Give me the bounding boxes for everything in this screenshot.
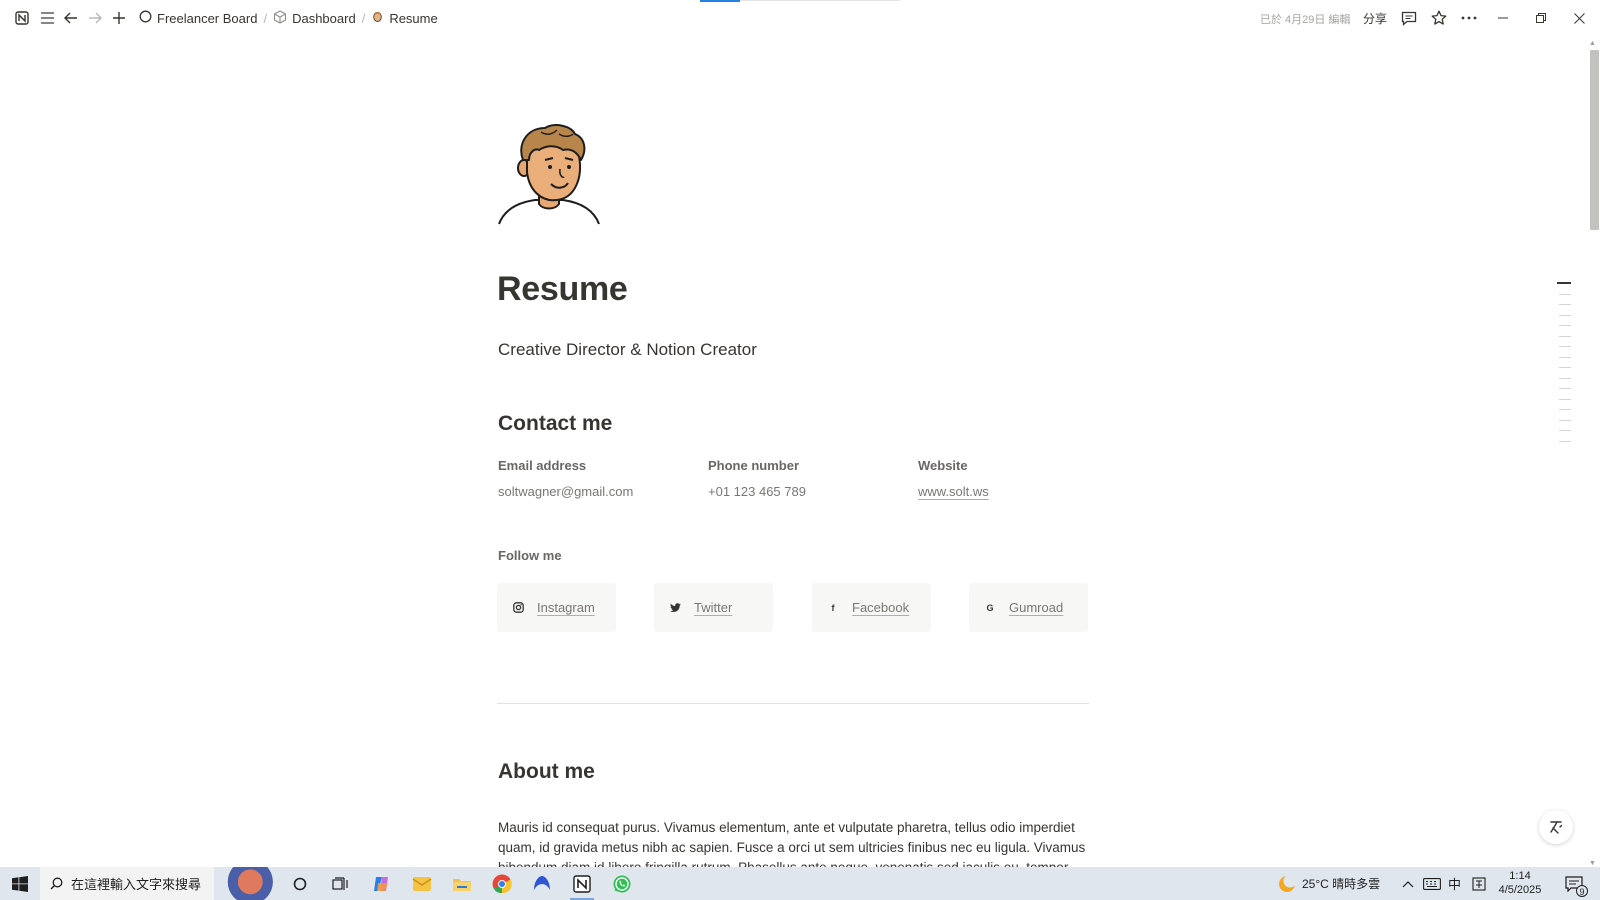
vertical-scrollbar[interactable]: ▲ ▼: [1586, 40, 1600, 867]
page-title: Resume: [497, 270, 628, 308]
comments-icon[interactable]: [1400, 9, 1418, 27]
facebook-icon: f: [831, 602, 835, 613]
instagram-label: Instagram: [537, 600, 595, 615]
breadcrumb-dashboard[interactable]: Dashboard: [270, 9, 359, 27]
forward-arrow-icon[interactable]: [86, 9, 104, 27]
breadcrumb-separator: /: [263, 10, 268, 26]
taskbar-search-box[interactable]: 在這裡輸入文字來搜尋: [40, 867, 280, 900]
show-hidden-icons-chevron-icon[interactable]: [1402, 867, 1414, 900]
top-bar: Freelancer Board / Dashboard / Resume 已於…: [0, 0, 1600, 36]
breadcrumb-label: Resume: [389, 10, 438, 26]
keyboard-icon[interactable]: [1423, 867, 1441, 900]
menu-icon[interactable]: [38, 9, 56, 27]
table-of-contents-indicator[interactable]: [1557, 282, 1571, 451]
weather-moon-icon: [1278, 874, 1296, 893]
arc-app-icon[interactable]: [522, 867, 562, 900]
whatsapp-icon[interactable]: [602, 867, 642, 900]
facebook-label: Facebook: [852, 600, 910, 615]
email-label: Email address: [498, 458, 587, 473]
twitter-label: Twitter: [694, 600, 733, 615]
email-value: soltwagner@gmail.com: [498, 484, 634, 499]
chrome-icon[interactable]: [482, 867, 522, 900]
scroll-up-icon[interactable]: ▲: [1589, 40, 1596, 47]
website-label: Website: [918, 458, 968, 473]
taskbar-clock[interactable]: 1:14 4/5/2025: [1485, 869, 1555, 897]
gumroad-button[interactable]: G Gumroad: [969, 583, 1088, 632]
breadcrumb-freelancer-board[interactable]: Freelancer Board: [136, 10, 260, 26]
cortana-icon[interactable]: [280, 867, 320, 900]
page-subtitle: Creative Director & Notion Creator: [498, 340, 757, 359]
ime-mode-icon[interactable]: [1472, 867, 1486, 900]
loading-indicator: [700, 0, 900, 2]
task-view-icon[interactable]: [320, 867, 360, 900]
breadcrumb-label: Freelancer Board: [157, 10, 258, 26]
more-options-icon[interactable]: [1460, 9, 1478, 27]
last-edited-text: 已於 4月29日 編輯: [1260, 14, 1351, 26]
restore-icon[interactable]: [1532, 9, 1550, 27]
circle-icon: [139, 10, 152, 26]
notion-logo-icon[interactable]: [13, 9, 31, 27]
notification-count-badge: 9: [1576, 885, 1588, 897]
scroll-down-icon[interactable]: ▼: [1589, 860, 1596, 867]
file-explorer-icon[interactable]: [442, 867, 482, 900]
breadcrumb-separator: /: [361, 10, 366, 26]
instagram-button[interactable]: Instagram: [497, 583, 616, 632]
twitter-button[interactable]: Twitter: [654, 583, 773, 632]
website-link[interactable]: www.solt.ws: [918, 484, 989, 499]
gumroad-icon: G: [986, 602, 994, 613]
avatar-icon: [371, 10, 384, 27]
breadcrumb: Freelancer Board / Dashboard / Resume: [136, 9, 441, 27]
twitter-icon: [669, 602, 681, 614]
minimize-icon[interactable]: [1494, 9, 1512, 27]
instagram-icon: [512, 602, 524, 614]
facebook-button[interactable]: f Facebook: [812, 583, 931, 632]
search-icon: [50, 877, 63, 890]
scrollbar-thumb[interactable]: [1590, 50, 1599, 230]
weather-text: 25°C 晴時多雲: [1302, 877, 1381, 891]
divider: [497, 703, 1089, 704]
cube-icon: [273, 9, 287, 27]
weather-widget[interactable]: 25°C 晴時多雲: [1278, 867, 1380, 900]
follow-label: Follow me: [498, 548, 562, 563]
ai-helper-button[interactable]: [1539, 810, 1573, 844]
input-method-indicator[interactable]: 中: [1448, 867, 1461, 900]
page-avatar-image[interactable]: [497, 120, 601, 228]
email-app-icon[interactable]: [402, 867, 442, 900]
notion-app-icon[interactable]: [562, 867, 602, 900]
breadcrumb-resume[interactable]: Resume: [368, 10, 440, 27]
windows-start-icon[interactable]: [0, 867, 40, 900]
windows-taskbar: 在這裡輸入文字來搜尋 25°C 晴時多雲 中 1:14 4/5/2025 9: [0, 867, 1600, 900]
clock-date: 4/5/2025: [1498, 884, 1542, 896]
phone-label: Phone number: [708, 458, 800, 473]
share-button[interactable]: 分享: [1363, 10, 1387, 27]
contact-heading: Contact me: [498, 412, 613, 435]
phone-value: +01 123 465 789: [708, 484, 806, 499]
close-icon[interactable]: [1570, 9, 1588, 27]
new-page-plus-icon[interactable]: [110, 9, 128, 27]
copilot-app-icon[interactable]: [362, 867, 402, 900]
breadcrumb-label: Dashboard: [292, 10, 356, 26]
back-arrow-icon[interactable]: [62, 9, 80, 27]
about-heading: About me: [498, 760, 595, 783]
gumroad-label: Gumroad: [1009, 600, 1064, 615]
notification-center-icon[interactable]: 9: [1565, 867, 1588, 900]
favorite-star-icon[interactable]: [1430, 9, 1448, 27]
clock-time: 1:14: [1509, 870, 1531, 882]
search-highlight-image: [214, 867, 280, 900]
search-placeholder: 在這裡輸入文字來搜尋: [71, 877, 202, 892]
